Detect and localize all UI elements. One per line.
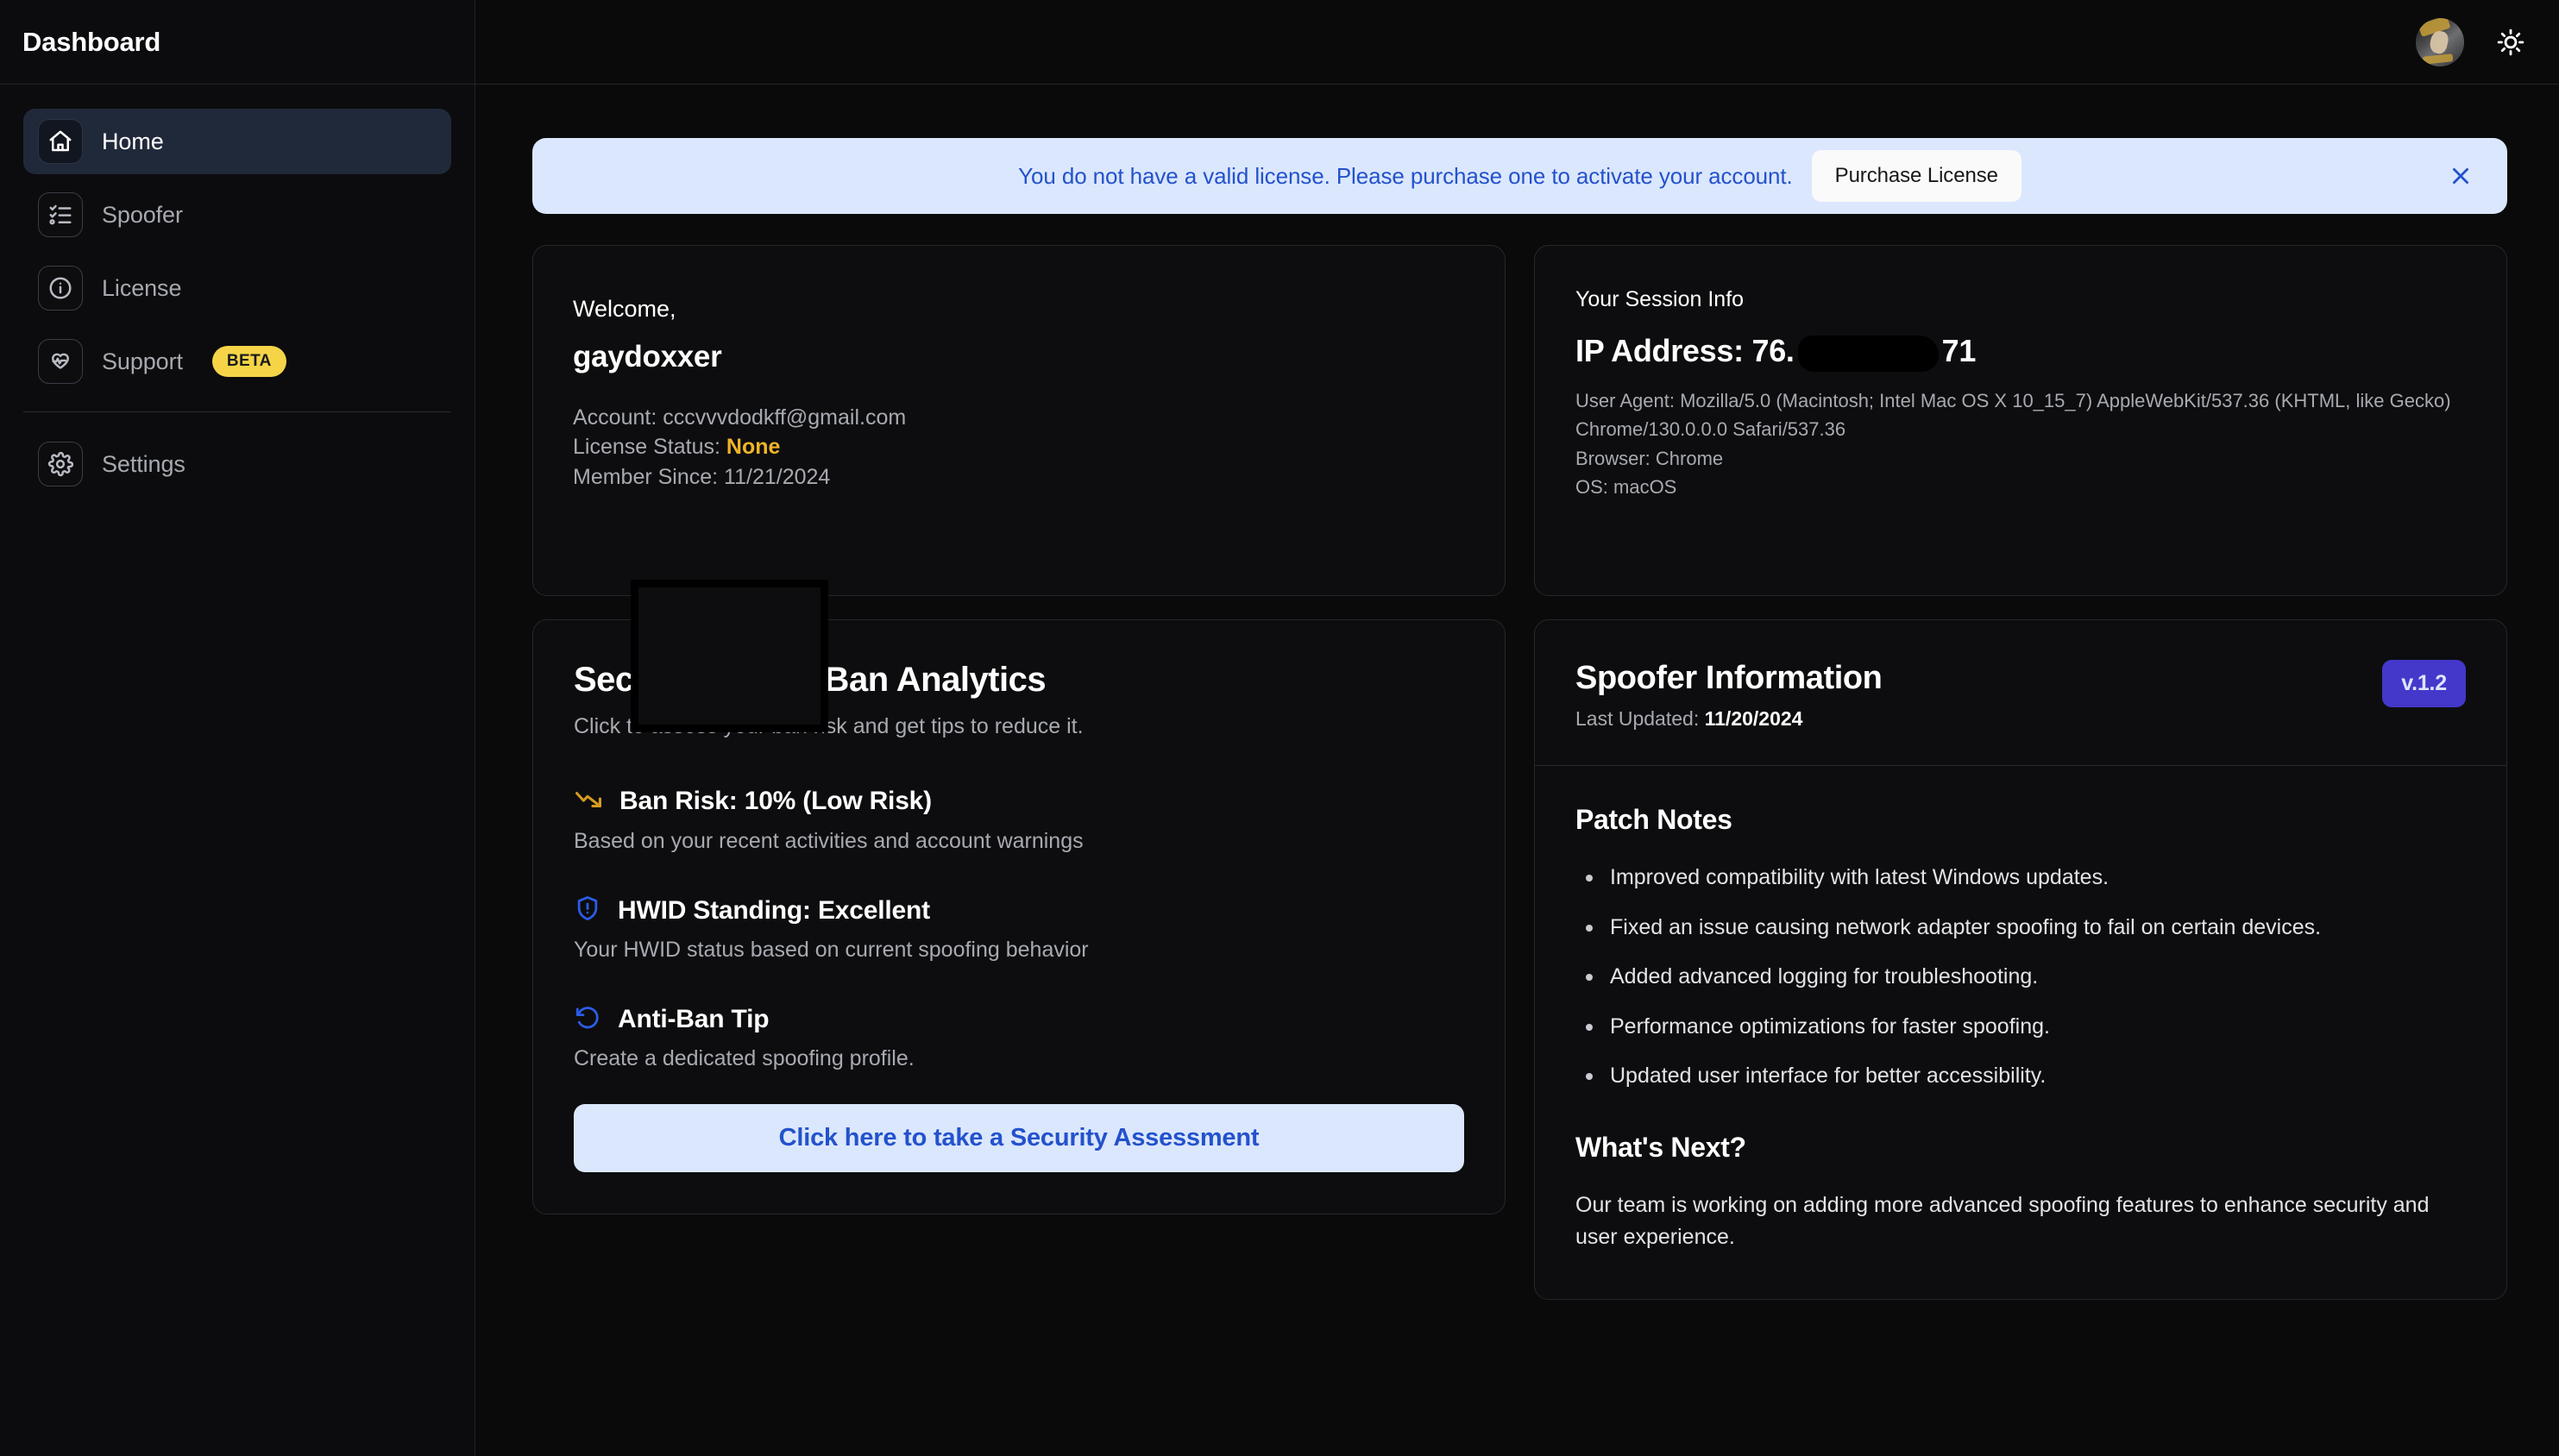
anti-ban-tip-title: Anti-Ban Tip bbox=[618, 1004, 770, 1033]
avatar[interactable] bbox=[2416, 17, 2464, 66]
hwid-title: HWID Standing: Excellent bbox=[618, 895, 930, 925]
gear-icon bbox=[38, 442, 83, 486]
sun-icon[interactable] bbox=[2488, 20, 2533, 65]
sidebar-header: Dashboard bbox=[0, 0, 475, 85]
list-item: Performance optimizations for faster spo… bbox=[1575, 1013, 2466, 1041]
sidebar-item-label: License bbox=[102, 274, 182, 301]
welcome-greeting: Welcome, bbox=[573, 296, 676, 322]
spoofer-information-card: Spoofer Information Last Updated: 11/20/… bbox=[1534, 619, 2507, 1300]
spoofer-title: Spoofer Information bbox=[1575, 660, 1883, 696]
list-item: Updated user interface for better access… bbox=[1575, 1062, 2466, 1090]
rotate-ccw-icon bbox=[574, 1003, 601, 1035]
whats-next-body: Our team is working on adding more advan… bbox=[1575, 1192, 2430, 1250]
heart-pulse-icon bbox=[38, 339, 83, 384]
welcome-account: Account: cccvvvdodkff@gmail.com bbox=[573, 405, 907, 430]
sidebar-item-support[interactable]: Support BETA bbox=[23, 329, 451, 394]
spoofer-header-text: Spoofer Information Last Updated: 11/20/… bbox=[1575, 660, 1883, 731]
sidebar-item-license[interactable]: License bbox=[23, 255, 451, 321]
ip-prefix: IP Address: 76. bbox=[1575, 333, 1795, 368]
welcome-member-since: Member Since: 11/21/2024 bbox=[573, 464, 831, 489]
whats-next-title: What's Next? bbox=[1575, 1131, 1746, 1163]
ip-suffix: 71 bbox=[1941, 333, 1977, 368]
close-icon[interactable] bbox=[2449, 164, 2473, 188]
license-banner: You do not have a valid license. Please … bbox=[532, 138, 2507, 214]
last-updated-label: Last Updated: bbox=[1575, 707, 1705, 730]
security-subtitle: Click to assess your ban risk and get ti… bbox=[574, 714, 1084, 738]
app-root: Dashboard Home Spoofer License Support B… bbox=[0, 0, 2559, 1456]
sidebar-item-spoofer[interactable]: Spoofer bbox=[23, 182, 451, 248]
beta-badge: BETA bbox=[211, 346, 286, 377]
hwid-row: HWID Standing: Excellent bbox=[574, 894, 1464, 926]
shield-alert-icon bbox=[574, 894, 601, 926]
ban-risk-row: Ban Risk: 10% (Low Risk) bbox=[574, 784, 1464, 818]
list-item: Improved compatibility with latest Windo… bbox=[1575, 863, 2466, 892]
browser-info: Browser: Chrome bbox=[1575, 447, 1724, 469]
sidebar-item-label: Spoofer bbox=[102, 201, 183, 228]
checklist-icon bbox=[38, 192, 83, 237]
patch-notes-list: Improved compatibility with latest Windo… bbox=[1575, 863, 2466, 1090]
os-info: OS: macOS bbox=[1575, 476, 1677, 499]
topbar bbox=[475, 0, 2559, 85]
anti-ban-tip-desc: Create a dedicated spoofing profile. bbox=[574, 1046, 915, 1070]
sidebar-item-label: Support bbox=[102, 348, 183, 374]
sidebar-item-label: Settings bbox=[102, 450, 185, 477]
license-status-label: License Status: bbox=[573, 435, 726, 460]
content-area: You do not have a valid license. Please … bbox=[475, 85, 2559, 1456]
sidebar-item-home[interactable]: Home bbox=[23, 109, 451, 174]
welcome-card: Welcome, gaydoxxer Account: cccvvvdodkff… bbox=[532, 245, 1506, 596]
trending-down-icon bbox=[574, 784, 603, 818]
security-title: Security & Anti-Ban Analytics bbox=[574, 661, 1047, 699]
sidebar-item-settings[interactable]: Settings bbox=[23, 431, 451, 497]
ip-redaction-block bbox=[1797, 336, 1939, 372]
license-status-value: None bbox=[726, 435, 781, 460]
app-title: Dashboard bbox=[22, 26, 161, 57]
spoofer-header: Spoofer Information Last Updated: 11/20/… bbox=[1535, 620, 2506, 766]
list-item: Added advanced logging for troubleshooti… bbox=[1575, 963, 2466, 991]
session-title: Your Session Info bbox=[1575, 287, 1745, 311]
dashboard-grid: Welcome, gaydoxxer Account: cccvvvdodkff… bbox=[532, 245, 2507, 1300]
purchase-license-button[interactable]: Purchase License bbox=[1811, 150, 2021, 202]
session-info-card: Your Session Info IP Address: 76. 71 Use… bbox=[1534, 245, 2507, 596]
sidebar: Dashboard Home Spoofer License Support B… bbox=[0, 0, 475, 1456]
anti-ban-tip-row: Anti-Ban Tip bbox=[574, 1003, 1464, 1035]
sidebar-divider bbox=[23, 411, 451, 412]
home-icon bbox=[38, 119, 83, 164]
ban-risk-title: Ban Risk: 10% (Low Risk) bbox=[619, 786, 932, 815]
version-badge: v.1.2 bbox=[2382, 660, 2466, 707]
banner-message: You do not have a valid license. Please … bbox=[1018, 162, 1793, 189]
main-area: You do not have a valid license. Please … bbox=[475, 0, 2559, 1456]
ban-risk-desc: Based on your recent activities and acco… bbox=[574, 829, 1084, 853]
redaction-box-overlay bbox=[631, 580, 828, 732]
sidebar-item-label: Home bbox=[102, 128, 164, 154]
list-item: Fixed an issue causing network adapter s… bbox=[1575, 913, 2466, 942]
info-circle-icon bbox=[38, 266, 83, 311]
spoofer-body: Patch Notes Improved compatibility with … bbox=[1535, 766, 2506, 1299]
welcome-username: gaydoxxer bbox=[573, 340, 722, 373]
last-updated-value: 11/20/2024 bbox=[1704, 707, 1803, 730]
hwid-desc: Your HWID status based on current spoofi… bbox=[574, 938, 1089, 962]
security-assessment-button[interactable]: Click here to take a Security Assessment bbox=[574, 1104, 1464, 1172]
patch-notes-title: Patch Notes bbox=[1575, 804, 1732, 835]
sidebar-nav: Home Spoofer License Support BETA Settin… bbox=[0, 85, 475, 505]
welcome-license-status: License Status: None bbox=[573, 432, 1465, 461]
ip-address: IP Address: 76. 71 bbox=[1575, 333, 2466, 372]
security-analytics-card[interactable]: Security & Anti-Ban Analytics Click to a… bbox=[532, 580, 1506, 1214]
user-agent: User Agent: Mozilla/5.0 (Macintosh; Inte… bbox=[1575, 390, 2451, 441]
spoofer-last-updated: Last Updated: 11/20/2024 bbox=[1575, 707, 1883, 731]
